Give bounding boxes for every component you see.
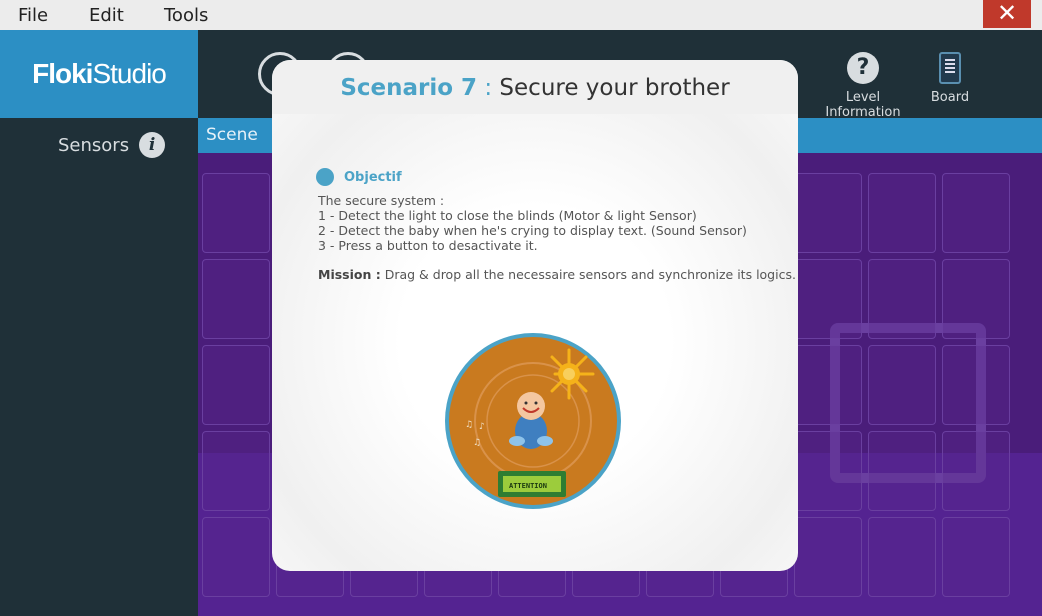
grid-cell[interactable] bbox=[942, 431, 1010, 511]
objectif-description: The secure system : 1 - Detect the light… bbox=[318, 193, 778, 253]
app-logo: Floki Studio bbox=[0, 30, 198, 118]
grid-cell[interactable] bbox=[942, 517, 1010, 597]
grid-cell[interactable] bbox=[868, 517, 936, 597]
lcd-text: ATTENTION bbox=[509, 482, 547, 490]
menu-file[interactable]: File bbox=[18, 5, 48, 26]
scenario-number: Scenario 7 bbox=[340, 75, 478, 101]
logo-light: Studio bbox=[92, 58, 166, 89]
grid-cell[interactable] bbox=[202, 259, 270, 339]
desc-line: 1 - Detect the light to close the blinds… bbox=[318, 208, 697, 223]
scenario-illustration: ♫ ♪ ♫ ATTENTION bbox=[445, 333, 621, 509]
grid-cell[interactable] bbox=[794, 259, 862, 339]
info-icon[interactable]: i bbox=[139, 132, 166, 158]
lcd-display: ATTENTION bbox=[498, 471, 566, 497]
level-information-button[interactable]: ? Level Information bbox=[810, 52, 916, 120]
mission-body: Drag & drop all the necessaire sensors a… bbox=[380, 267, 796, 282]
menu-edit[interactable]: Edit bbox=[89, 5, 124, 26]
logo-bold: Floki bbox=[32, 58, 93, 89]
grid-cell[interactable] bbox=[868, 431, 936, 511]
sensors-label: Sensors bbox=[58, 134, 130, 156]
svg-text:♪: ♪ bbox=[479, 422, 485, 432]
objectif-heading: Objectif bbox=[316, 168, 402, 186]
objectif-label: Objectif bbox=[344, 169, 402, 185]
desc-line: 3 - Press a button to desactivate it. bbox=[318, 238, 538, 253]
desc-line: 2 - Detect the baby when he's crying to … bbox=[318, 223, 747, 238]
question-icon: ? bbox=[847, 52, 879, 84]
board-button[interactable]: Board bbox=[930, 52, 970, 105]
sensors-header: Sensors i bbox=[58, 132, 166, 158]
grid-cell[interactable] bbox=[868, 259, 936, 339]
menu-tools[interactable]: Tools bbox=[164, 5, 208, 26]
board-label: Board bbox=[930, 90, 970, 105]
grid-cell[interactable] bbox=[202, 173, 270, 253]
scenario-title: Secure your brother bbox=[499, 75, 730, 101]
level-information-label: Level Information bbox=[825, 90, 901, 120]
sidebar: Sensors i bbox=[0, 118, 198, 616]
close-icon[interactable]: ✕ bbox=[983, 0, 1031, 28]
scene-tab[interactable]: Scene bbox=[206, 125, 258, 145]
scenario-separator: : bbox=[477, 75, 500, 101]
bullet-icon bbox=[316, 168, 334, 186]
desc-line: The secure system : bbox=[318, 193, 445, 208]
grid-cell[interactable] bbox=[202, 431, 270, 511]
grid-cell[interactable] bbox=[202, 517, 270, 597]
grid-cell[interactable] bbox=[942, 173, 1010, 253]
grid-cell[interactable] bbox=[202, 345, 270, 425]
grid-cell[interactable] bbox=[794, 173, 862, 253]
svg-text:♫: ♫ bbox=[473, 438, 481, 448]
grid-cell[interactable] bbox=[942, 259, 1010, 339]
grid-cell[interactable] bbox=[868, 345, 936, 425]
mission-label: Mission : bbox=[318, 267, 381, 282]
grid-cell[interactable] bbox=[794, 517, 862, 597]
grid-cell[interactable] bbox=[794, 345, 862, 425]
grid-cell[interactable] bbox=[794, 431, 862, 511]
scenario-dialog[interactable]: Scenario 7 : Secure your brother Objecti… bbox=[272, 60, 798, 571]
board-icon bbox=[939, 52, 961, 84]
mission-text: Mission : Drag & drop all the necessaire… bbox=[318, 267, 796, 282]
scenario-header: Scenario 7 : Secure your brother bbox=[272, 60, 798, 114]
grid-cell[interactable] bbox=[942, 345, 1010, 425]
grid-cell[interactable] bbox=[868, 173, 936, 253]
svg-text:♫: ♫ bbox=[465, 420, 473, 430]
menu-bar: File Edit Tools ✕ bbox=[0, 0, 1042, 30]
